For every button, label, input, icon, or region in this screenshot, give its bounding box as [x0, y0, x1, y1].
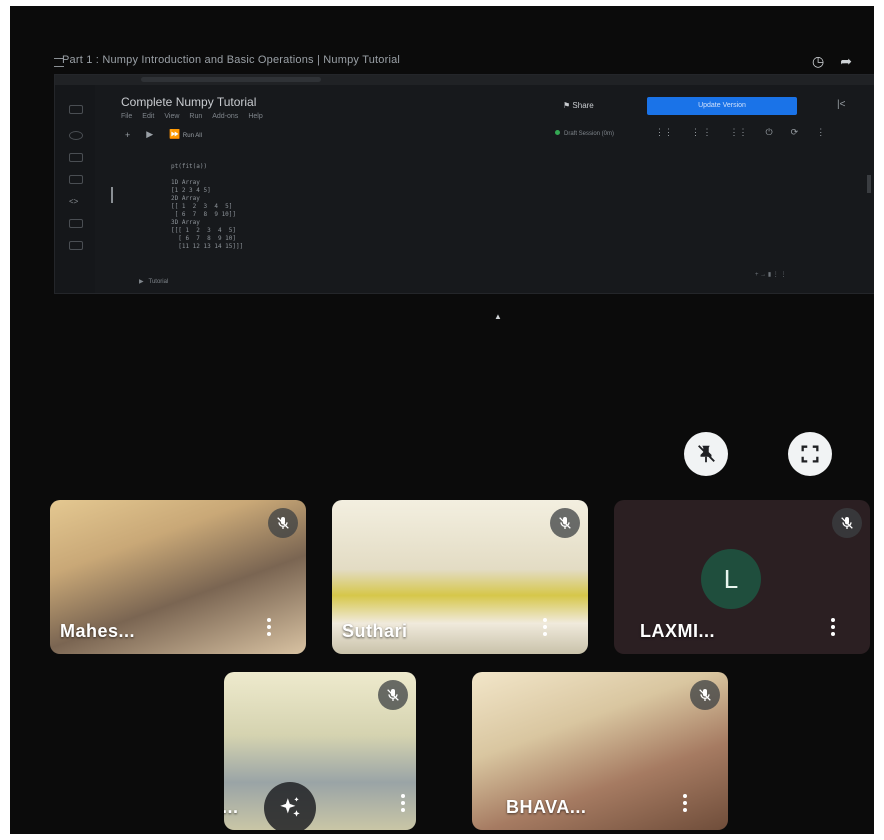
participant-name: Suthari [342, 621, 408, 641]
code-output-line: [[ 1 2 3 4 5] [171, 203, 233, 210]
columns-icon[interactable]: ⋮ ⋮ [691, 127, 712, 138]
variables-icon[interactable] [69, 153, 83, 162]
cell-focus-bar [111, 187, 113, 203]
more-options-icon[interactable] [266, 618, 272, 640]
collapsed-cell[interactable]: ▶ Tutorial [139, 278, 168, 285]
menu-run[interactable]: Run [189, 113, 202, 120]
fullscreen-button[interactable] [788, 432, 832, 476]
files-icon[interactable] [69, 175, 83, 184]
menu-help[interactable]: Help [248, 113, 262, 120]
participant-name: LAXMI... [640, 621, 715, 641]
code-output-line: [11 12 13 14 15]]] [171, 243, 244, 250]
power-icon[interactable]: ⏻ [766, 127, 773, 138]
code-output-line: 2D Array [171, 195, 200, 202]
code-output-line: [ 6 7 8 9 10]] [171, 211, 237, 218]
fullscreen-icon [801, 445, 819, 463]
more-icon[interactable]: ⋮ [816, 127, 825, 138]
mic-off-icon [378, 680, 408, 710]
chart-icon[interactable]: ⋮⋮ [655, 127, 673, 138]
clock-icon[interactable]: ◷ [812, 53, 824, 70]
participant-name: BHAVA... [506, 797, 587, 817]
cell-tools[interactable]: + → ▮ ⋮ ⋮ [755, 271, 786, 278]
code-output-line: 1D Array [171, 179, 200, 186]
more-options-icon[interactable] [542, 618, 548, 640]
notebook-menu: File Edit View Run Add-ons Help [121, 113, 263, 120]
code-output-line: [ 6 7 8 9 10] [171, 235, 237, 242]
update-version-button[interactable]: Update Version [647, 97, 797, 115]
code-output-line: [[[ 1 2 3 4 5] [171, 227, 237, 234]
mic-off-icon [550, 508, 580, 538]
participant-tile[interactable]: BHAVA... [472, 672, 728, 830]
table-icon[interactable] [69, 219, 83, 228]
cell-output: pt(fit(a)) 1D Array [1 2 3 4 5] 2D Array[[… [171, 163, 243, 251]
toolbar-right: ⋮⋮ ⋮ ⋮ ⋮⋮ ⏻ ⟳ ⋮ [655, 127, 825, 138]
notebook-sidebar: <> [55, 85, 95, 293]
video-title: Part 1 : Numpy Introduction and Basic Op… [62, 54, 401, 66]
mic-off-icon [832, 508, 862, 538]
search-icon[interactable] [69, 131, 83, 140]
menu-file[interactable]: File [121, 113, 132, 120]
code-output-line [171, 171, 243, 179]
notebook-toolbar: + ▶ ⏩ Run All [125, 129, 202, 140]
avatar: L [701, 549, 761, 609]
menu-addons[interactable]: Add-ons [212, 113, 238, 120]
run-icon[interactable]: ▶ [146, 129, 153, 140]
more-options-icon[interactable] [830, 618, 836, 640]
run-all-button[interactable]: ⏩ Run All [169, 129, 202, 140]
meet-window: Part 1 : Numpy Introduction and Basic Op… [10, 6, 874, 834]
unpin-button[interactable] [684, 432, 728, 476]
menu-icon[interactable] [69, 105, 83, 114]
notebook-title: Complete Numpy Tutorial [121, 95, 257, 109]
add-cell-icon[interactable]: + [125, 130, 130, 140]
terminal-icon[interactable] [69, 241, 83, 250]
layout-icon[interactable]: ⋮⋮ [730, 127, 748, 138]
more-options-icon[interactable] [400, 794, 406, 816]
participant-tile[interactable]: Mahes... [50, 500, 306, 654]
refresh-icon[interactable]: ⟳ [791, 127, 799, 138]
effects-sparkle-icon[interactable] [264, 782, 316, 830]
menu-edit[interactable]: Edit [142, 113, 154, 120]
code-output-line: pt(fit(a)) [171, 163, 208, 170]
session-status: Draft Session (0m) [555, 130, 614, 137]
menu-view[interactable]: View [164, 113, 179, 120]
participant-tile[interactable]: Suthari [332, 500, 588, 654]
code-output-line: [1 2 3 4 5] [171, 187, 211, 194]
participant-name: ... [224, 797, 239, 817]
mic-off-icon [690, 680, 720, 710]
collapsed-cell-label: Tutorial [148, 279, 169, 285]
share-label: Share [572, 101, 594, 110]
shared-screen: <> Complete Numpy Tutorial File Edit Vie… [54, 74, 874, 294]
run-all-label: Run All [182, 133, 202, 139]
browser-address-bar [55, 75, 874, 85]
code-icon[interactable]: <> [69, 197, 81, 206]
participant-tile[interactable]: ... [224, 672, 416, 830]
share-arrow-icon[interactable]: ➦ [840, 53, 852, 70]
participant-name: Mahes... [60, 621, 136, 641]
mic-off-icon [268, 508, 298, 538]
collapse-icon[interactable]: |< [837, 99, 845, 110]
mouse-cursor: ▲ [494, 312, 502, 321]
unpin-icon [698, 445, 715, 463]
participant-tile[interactable]: L LAXMI... [614, 500, 870, 654]
more-options-icon[interactable] [682, 794, 688, 816]
scrollbar[interactable] [867, 175, 871, 193]
share-button[interactable]: ⚑ Share [563, 101, 594, 110]
code-output-line: 3D Array [171, 219, 200, 226]
